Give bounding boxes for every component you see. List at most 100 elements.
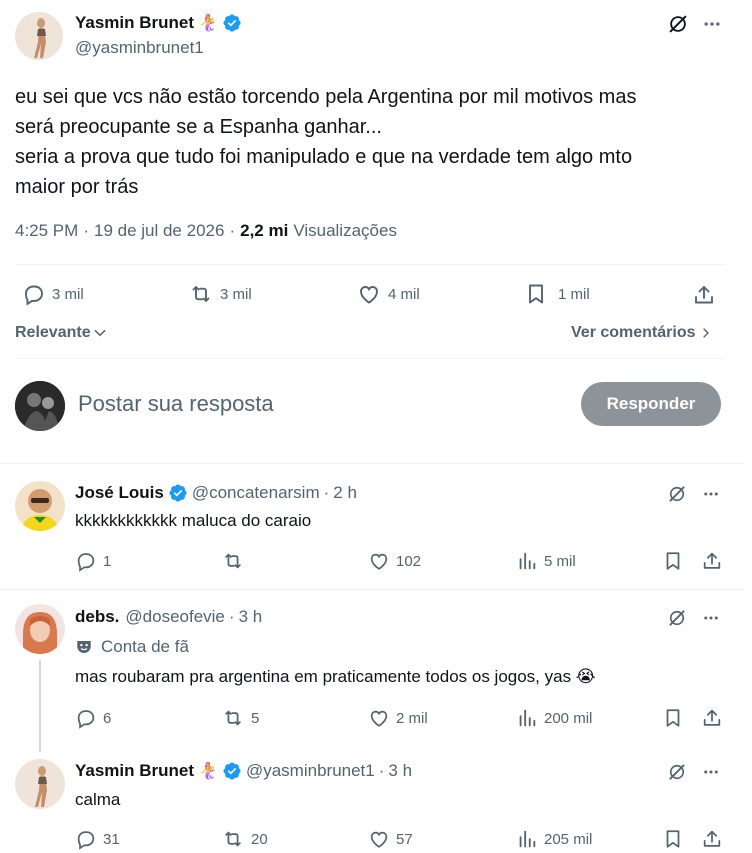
heart-icon	[356, 282, 382, 306]
reply-author-name[interactable]: debs.	[75, 607, 119, 627]
divider	[0, 463, 744, 464]
post-text-line: será preocupante se a Espanha ganhar...	[15, 116, 382, 138]
analytics-icon	[516, 550, 538, 572]
reply-count: 3 mil	[52, 285, 84, 303]
like-count: 57	[396, 830, 413, 848]
views-count: 2,2 mi	[240, 221, 289, 240]
reply-time[interactable]: 3 h	[388, 761, 412, 781]
reply-icon	[75, 828, 97, 850]
grok-icon[interactable]	[665, 760, 689, 784]
bookmark-icon[interactable]	[661, 549, 685, 573]
repost-icon	[221, 707, 245, 729]
more-options-icon[interactable]	[698, 482, 724, 506]
views-label: Visualizações	[293, 221, 397, 240]
more-options-icon[interactable]	[698, 606, 724, 630]
more-options-icon[interactable]	[698, 760, 724, 784]
author-handle[interactable]: @yasminbrunet1	[75, 38, 204, 58]
repost-count: 20	[251, 830, 268, 848]
grok-icon[interactable]	[665, 482, 689, 506]
repost-icon	[188, 282, 214, 306]
reply-author-handle[interactable]: @doseofevie	[125, 607, 225, 627]
post-text-line: maior por trás	[15, 176, 139, 198]
reply-button[interactable]: 3 mil	[22, 282, 84, 306]
bookmark-button[interactable]: 1 mil	[524, 282, 590, 306]
bookmark-icon[interactable]	[661, 706, 685, 730]
reply-author-handle[interactable]: @concatenarsim	[192, 483, 320, 503]
fan-account-badge: Conta de fã	[75, 637, 189, 657]
repost-button[interactable]: 20	[221, 828, 268, 850]
more-options-icon[interactable]	[698, 10, 726, 38]
verified-badge-icon	[168, 483, 188, 503]
views-count: 5 mil	[544, 552, 576, 570]
sort-dropdown[interactable]: Relevante	[15, 324, 107, 342]
reply-avatar[interactable]	[15, 759, 65, 809]
bookmark-icon	[524, 282, 548, 306]
like-button[interactable]: 4 mil	[356, 282, 420, 306]
grok-icon[interactable]	[664, 10, 692, 38]
chevron-right-icon	[700, 326, 712, 340]
heart-icon	[368, 707, 390, 729]
repost-count: 3 mil	[220, 285, 252, 303]
like-count: 2 mil	[396, 709, 428, 727]
reply-count: 1	[103, 552, 112, 570]
repost-button[interactable]: 3 mil	[188, 282, 252, 306]
reply-submit-button[interactable]: Responder	[581, 382, 721, 426]
analytics-icon	[516, 707, 538, 729]
repost-button[interactable]: 5	[221, 707, 259, 729]
share-icon[interactable]	[700, 549, 724, 573]
post-text-line: eu sei que vcs não estão torcendo pela A…	[15, 86, 637, 108]
reply-button[interactable]: 1	[75, 550, 111, 572]
repost-icon	[221, 550, 245, 572]
reply-button[interactable]: 6	[75, 707, 111, 729]
like-count: 4 mil	[388, 285, 420, 303]
author-name[interactable]: Yasmin Brunet	[75, 13, 194, 33]
reply-button[interactable]: 31	[75, 828, 120, 850]
share-icon[interactable]	[700, 827, 724, 851]
like-count: 102	[396, 552, 422, 570]
share-icon[interactable]	[700, 706, 724, 730]
analytics-icon	[516, 828, 538, 850]
like-button[interactable]: 2 mil	[368, 707, 428, 729]
reply-text: mas roubaram pra argentina em praticamen…	[75, 667, 596, 686]
repost-button[interactable]	[221, 550, 251, 572]
reply-author-name[interactable]: Yasmin Brunet	[75, 761, 194, 781]
reply-time[interactable]: 2 h	[333, 483, 357, 503]
see-comments-label: Ver comentários	[571, 324, 696, 341]
fan-account-label: Conta de fã	[101, 637, 189, 656]
like-button[interactable]: 102	[368, 550, 421, 572]
post-meta: 4:25 PM · 19 de jul de 2026 · 2,2 mi Vis…	[15, 221, 397, 241]
reply-icon	[75, 550, 97, 572]
views-button[interactable]: 5 mil	[516, 550, 576, 572]
post-time[interactable]: 4:25 PM	[15, 221, 78, 241]
reply-avatar[interactable]	[15, 481, 65, 531]
reply-author-name[interactable]: José Louis	[75, 483, 164, 503]
views-button[interactable]: 200 mil	[516, 707, 592, 729]
share-icon[interactable]	[690, 281, 718, 309]
heart-icon	[368, 828, 390, 850]
reply-author-handle[interactable]: @yasminbrunet1	[246, 761, 375, 781]
post-date[interactable]: 19 de jul de 2026	[94, 221, 224, 241]
mermaid-emoji: 🧜‍♀️	[198, 763, 218, 780]
reply-avatar[interactable]	[15, 604, 65, 654]
divider	[15, 358, 725, 359]
bookmark-count: 1 mil	[558, 285, 590, 303]
repost-icon	[221, 828, 245, 850]
reply-icon	[75, 707, 97, 729]
sort-label: Relevante	[15, 324, 91, 341]
reply-input[interactable]: Postar sua resposta	[78, 391, 274, 417]
views-button[interactable]: 205 mil	[516, 828, 592, 850]
heart-icon	[368, 550, 390, 572]
grok-icon[interactable]	[665, 606, 689, 630]
post-text: eu sei que vcs não estão torcendo pela A…	[15, 82, 735, 202]
current-user-avatar[interactable]	[15, 381, 65, 431]
reply-time[interactable]: 3 h	[239, 607, 263, 627]
theater-mask-icon	[75, 638, 93, 656]
author-avatar[interactable]	[15, 12, 63, 60]
bookmark-icon[interactable]	[661, 827, 685, 851]
repost-count: 5	[251, 709, 260, 727]
reply-count: 31	[103, 830, 120, 848]
reply-count: 6	[103, 709, 112, 727]
thread-line	[39, 660, 41, 752]
see-comments-link[interactable]: Ver comentários	[571, 324, 712, 342]
like-button[interactable]: 57	[368, 828, 413, 850]
